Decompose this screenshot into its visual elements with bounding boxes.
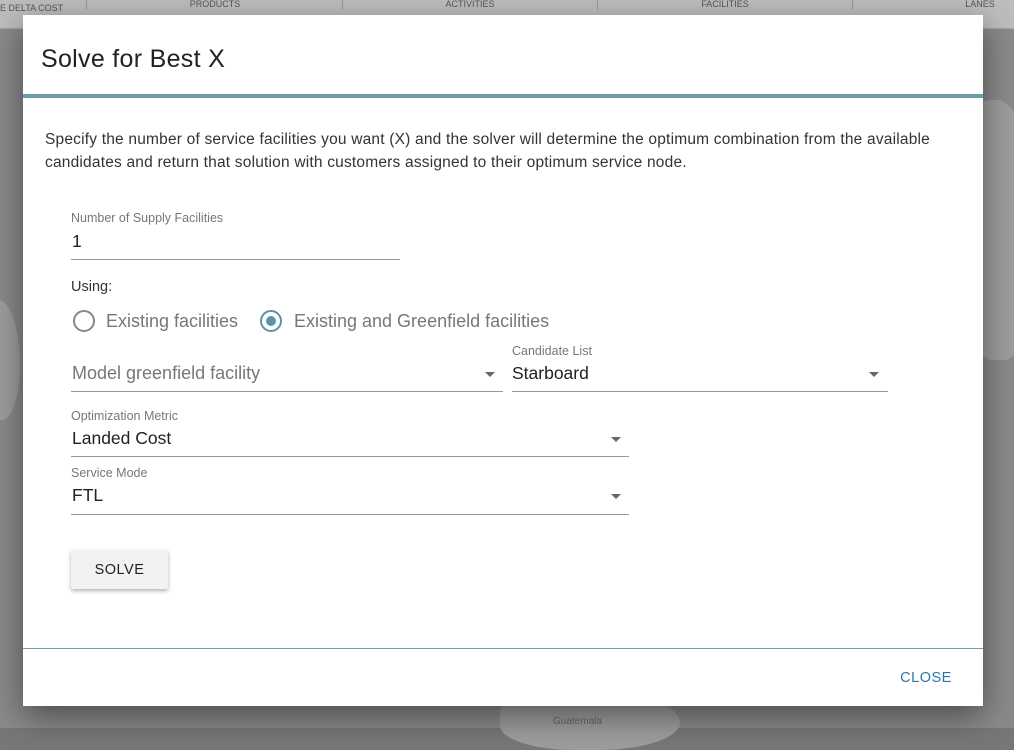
optimization-metric-value: Landed Cost [72,428,172,448]
optimization-metric-underline [71,456,629,457]
chevron-down-icon [611,494,621,499]
service-mode-select[interactable]: Service Mode FTL [71,465,629,515]
candidate-list-label: Candidate List [512,344,592,358]
footer-divider [23,648,983,649]
radio-existing-greenfield-label[interactable]: Existing and Greenfield facilities [294,311,549,332]
title-divider [23,94,983,98]
supply-facilities-underline [71,259,400,260]
candidate-list-value: Starboard [512,363,589,383]
nav-item-facilities[interactable]: FACILITIES [598,0,852,13]
service-mode-value: FTL [72,485,104,505]
radio-existing-facilities[interactable] [73,310,95,332]
optimization-metric-select[interactable]: Optimization Metric Landed Cost [71,408,629,457]
model-greenfield-underline [71,391,503,392]
supply-facilities-input[interactable]: 1 [72,231,399,257]
model-greenfield-select[interactable]: Model greenfield facility [71,355,503,392]
nav-item-products[interactable]: PRODUCTS [88,0,342,13]
nav-divider [86,0,87,10]
chevron-down-icon [869,372,879,377]
candidate-list-underline [512,391,888,392]
chevron-down-icon [611,437,621,442]
solve-best-x-dialog: Solve for Best X Specify the number of s… [23,15,983,706]
map-landmass [0,300,20,420]
candidate-list-select[interactable]: Candidate List Starboard [512,343,888,392]
chevron-down-icon [485,372,495,377]
nav-item-activities[interactable]: ACTIVITIES [343,0,597,13]
model-greenfield-placeholder: Model greenfield facility [72,363,261,383]
supply-facilities-label: Number of Supply Facilities [71,211,224,225]
radio-existing-greenfield[interactable] [260,310,282,332]
nav-item-lanes[interactable]: LANES [853,0,1014,13]
optimization-metric-label: Optimization Metric [71,409,178,423]
dialog-description: Specify the number of service facilities… [45,131,930,171]
using-label: Using: [71,279,113,295]
radio-existing-facilities-label[interactable]: Existing facilities [106,311,238,332]
close-button[interactable]: CLOSE [891,665,961,691]
service-mode-underline [71,514,629,515]
map-label: Guatemala [553,716,602,727]
dialog-title: Solve for Best X [41,45,226,73]
service-mode-label: Service Mode [71,466,148,480]
solve-button[interactable]: SOLVE [71,550,168,589]
